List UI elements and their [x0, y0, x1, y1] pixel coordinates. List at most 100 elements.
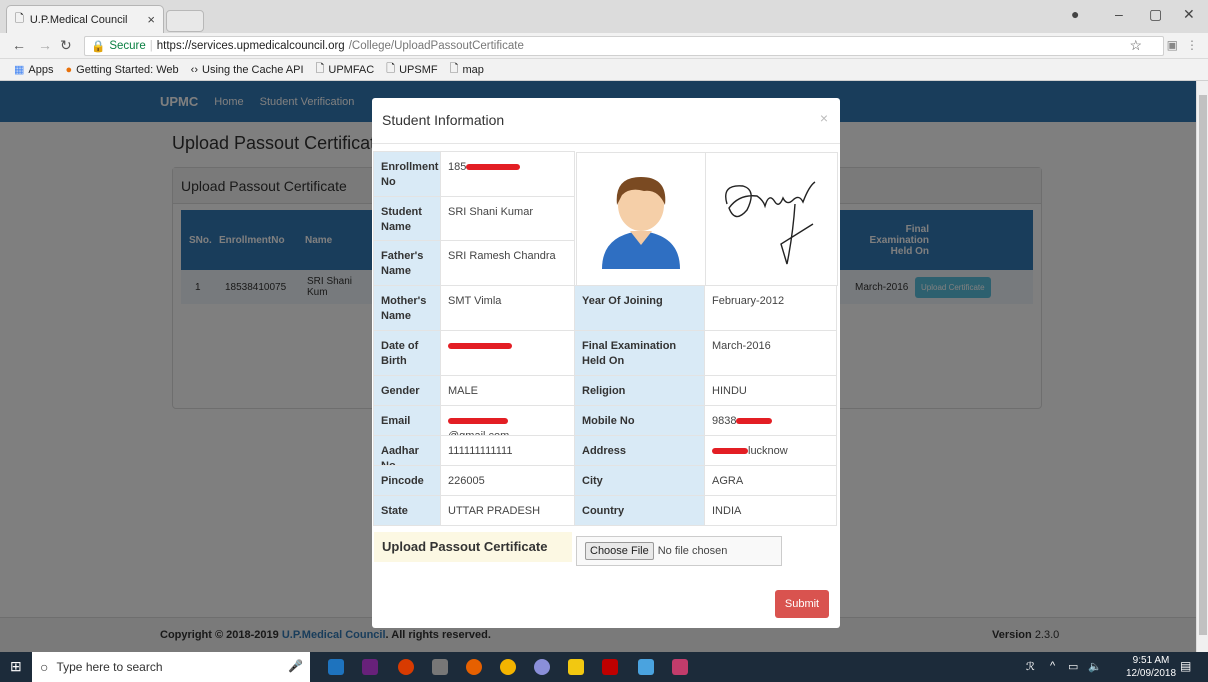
upload-certificate-label: Upload Passout Certificate: [374, 532, 572, 562]
file-status: No file chosen: [657, 545, 728, 557]
row-mother-joining: Mother's Name SMT Vimla Year Of Joining …: [373, 285, 837, 331]
bookmark-map[interactable]: 🗋 map: [450, 60, 484, 79]
value-mother-name: SMT Vimla: [440, 285, 575, 331]
scrollbar[interactable]: [1196, 81, 1208, 652]
minimize-icon[interactable]: –: [1115, 6, 1123, 22]
bookmark-getting-started[interactable]: ● Getting Started: Web: [65, 64, 178, 76]
row-gender-religion: Gender MALE Religion HINDU: [373, 375, 837, 406]
bookmark-label: Using the Cache API: [202, 63, 304, 76]
label-enrollment: Enrollment No: [373, 151, 441, 197]
row-email-mobile: Email @gmail.com Mobile No 9838: [373, 405, 837, 442]
ie-icon[interactable]: [328, 659, 344, 675]
row-enrollment: Enrollment No 185: [373, 151, 575, 197]
label-year-joining: Year Of Joining: [574, 285, 705, 331]
value-pincode: 226005: [440, 465, 575, 496]
tray-chevron-icon[interactable]: ^: [1050, 660, 1055, 672]
page-icon: 🗋: [15, 13, 24, 25]
bookmark-label: Apps: [28, 63, 54, 76]
windows-taskbar: ⊞ ○ Type here to search 🎤 ℛ ^ ▭ 🔈 9:51 A…: [0, 652, 1208, 682]
close-tab-icon[interactable]: ×: [147, 12, 155, 27]
clock-time: 9:51 AM: [1132, 655, 1170, 666]
tab-title: U.P.Medical Council: [29, 13, 128, 26]
value-father-name: SRI Ramesh Chandra: [440, 240, 575, 286]
value-final-exam: March-2016: [704, 330, 837, 376]
reload-icon[interactable]: ↻: [60, 37, 72, 54]
value-dob: [440, 330, 575, 376]
page-icon: 🗋: [386, 63, 396, 75]
volume-icon[interactable]: 🔈: [1088, 660, 1102, 673]
row-pincode-city: Pincode 226005 City AGRA: [373, 465, 837, 496]
choose-file-button[interactable]: Choose File: [585, 542, 654, 560]
bookmark-cache-api[interactable]: ‹› Using the Cache API: [191, 64, 304, 76]
notification-icon[interactable]: ▤: [1180, 659, 1191, 673]
row-dob-final: Date of Birth Final Examination Held On …: [373, 330, 837, 376]
submit-button[interactable]: Submit: [775, 590, 829, 618]
forward-icon[interactable]: →: [38, 37, 52, 53]
cortana-circle-icon: ○: [40, 659, 49, 675]
app-icon[interactable]: [534, 659, 550, 675]
bookmark-apps[interactable]: ▦ Apps: [14, 63, 54, 77]
row-father-name: Father's Name SRI Ramesh Chandra: [373, 240, 575, 286]
maximize-icon[interactable]: ▢: [1149, 6, 1162, 23]
file-explorer-icon[interactable]: [568, 659, 584, 675]
bookmark-star-icon[interactable]: ☆: [1129, 37, 1142, 54]
profile-icon[interactable]: ●: [1071, 6, 1079, 22]
value-year-joining: February-2012: [704, 285, 837, 331]
menu-icon[interactable]: ⋮: [1186, 38, 1198, 52]
visual-studio-icon[interactable]: [362, 659, 378, 675]
filezilla-icon[interactable]: [602, 659, 618, 675]
back-icon[interactable]: ←: [12, 37, 26, 53]
chrome-icon: ●: [65, 63, 73, 76]
label-father-name: Father's Name: [373, 240, 441, 286]
tab-bar: 🗋 U.P.Medical Council × ● – ▢ ✕: [0, 0, 1208, 33]
row-aadhar-address: Aadhar No 111111111111 Address lucknow: [373, 435, 837, 472]
bookmarks-bar: ▦ Apps ● Getting Started: Web ‹› Using the …: [0, 59, 1208, 81]
opera-icon[interactable]: [398, 659, 414, 675]
scrollbar-thumb[interactable]: [1199, 95, 1207, 635]
people-icon[interactable]: ℛ: [1026, 660, 1035, 673]
bookmark-upmfac[interactable]: 🗋 UPMFAC: [316, 60, 375, 79]
mobile-text: 9838: [712, 415, 737, 427]
address-bar[interactable]: 🔒 Secure | https://services.upmedicalcou…: [84, 36, 1164, 56]
label-state: State: [373, 495, 441, 526]
label-pincode: Pincode: [373, 465, 441, 496]
value-state: UTTAR PRADESH: [440, 495, 575, 526]
url-host: https://services.upmedicalcouncil.org: [156, 40, 345, 52]
certificate-file-input[interactable]: Choose File No file chosen: [576, 536, 782, 566]
taskbar-search[interactable]: ○ Type here to search: [32, 652, 310, 682]
redaction-mark: [448, 343, 512, 350]
value-country: INDIA: [704, 495, 837, 526]
secure-label: Secure: [109, 40, 146, 52]
browser-tab[interactable]: 🗋 U.P.Medical Council ×: [6, 5, 164, 33]
battery-icon[interactable]: ▭: [1068, 660, 1078, 673]
browser-toolbar: ← → ↻ 🔒 Secure | https://services.upmedi…: [0, 33, 1208, 59]
student-photo: [576, 152, 706, 286]
modal-close-icon[interactable]: ×: [820, 110, 828, 126]
close-window-icon[interactable]: ✕: [1183, 6, 1195, 23]
page-icon: 🗋: [449, 63, 459, 75]
page-icon: 🗋: [315, 63, 325, 75]
snipping-tool-icon[interactable]: [432, 659, 448, 675]
app-icon[interactable]: [672, 659, 688, 675]
label-student-name: Student Name: [373, 196, 441, 241]
code-icon: ‹›: [190, 63, 198, 76]
label-mother-name: Mother's Name: [373, 285, 441, 331]
row-state-country: State UTTAR PRADESH Country INDIA: [373, 495, 837, 526]
redaction-mark: [712, 448, 748, 455]
label-address: Address: [574, 435, 705, 466]
app-icon[interactable]: [638, 659, 654, 675]
signature-icon: [724, 181, 815, 265]
modal-header: Student Information ×: [372, 98, 840, 144]
value-aadhar: 111111111111: [440, 435, 575, 466]
firefox-icon[interactable]: [466, 659, 482, 675]
enrollment-text: 185: [448, 161, 467, 173]
extension-icon[interactable]: ▣: [1167, 38, 1178, 52]
new-tab-button[interactable]: [166, 10, 204, 32]
value-gender: MALE: [440, 375, 575, 406]
taskbar-clock[interactable]: 9:51 AM 12/09/2018: [1126, 654, 1176, 680]
chrome-icon[interactable]: [500, 659, 516, 675]
bookmark-upsmf[interactable]: 🗋 UPSMF: [386, 60, 437, 79]
microphone-icon[interactable]: 🎤: [288, 659, 303, 673]
address-text: lucknow: [748, 445, 788, 457]
windows-start-icon[interactable]: ⊞: [10, 658, 22, 675]
